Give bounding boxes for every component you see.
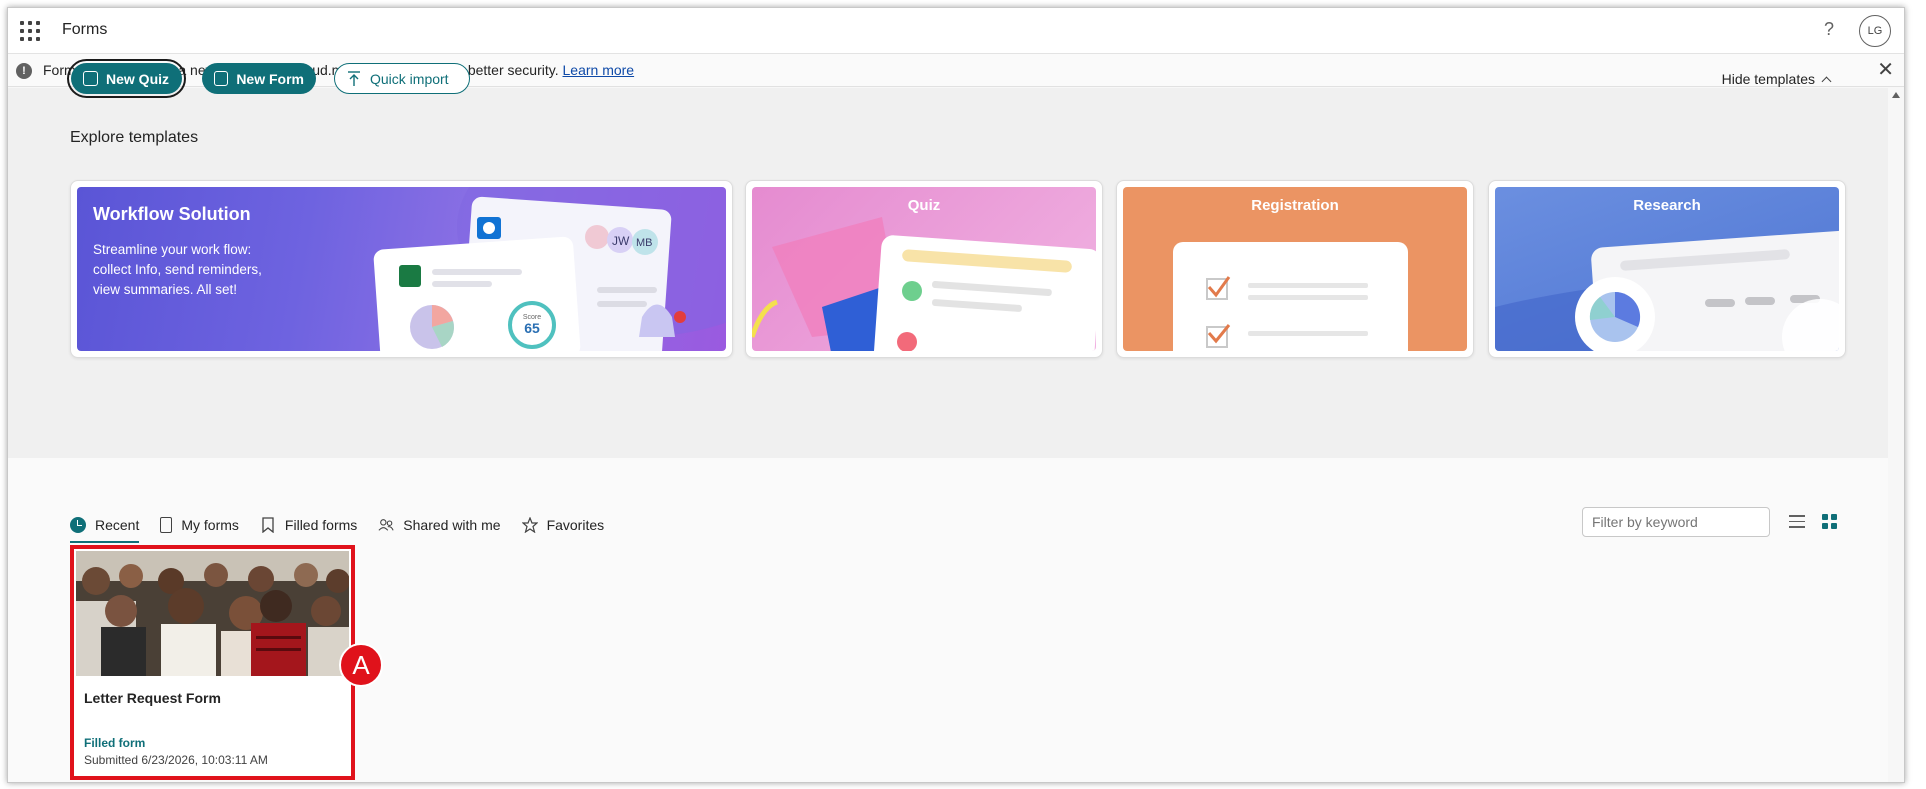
tab-shared-label: Shared with me xyxy=(403,517,501,533)
quick-import-button[interactable]: Quick import xyxy=(334,63,470,94)
research-banner: Research xyxy=(1495,187,1839,351)
form-cover-image xyxy=(76,551,349,676)
avatar-jw-text: JW xyxy=(612,234,630,248)
explore-templates-heading: Explore templates xyxy=(70,129,199,146)
new-quiz-button[interactable]: New Quiz xyxy=(67,59,186,98)
grid-view-icon[interactable] xyxy=(1822,514,1837,529)
form-card-letter-request[interactable]: Letter Request Form Filled form Submitte… xyxy=(70,545,355,780)
help-icon[interactable]: ? xyxy=(1824,19,1834,40)
list-view-icon[interactable] xyxy=(1789,515,1805,528)
star-icon xyxy=(521,517,538,533)
tab-filled-forms[interactable]: Filled forms xyxy=(260,513,357,537)
forms-tabs: Recent My forms Filled forms Shared with… xyxy=(70,513,625,543)
tab-shared-with-me[interactable]: Shared with me xyxy=(378,513,501,537)
app-title: Forms xyxy=(62,21,108,38)
template-card-research[interactable]: Research xyxy=(1488,180,1846,358)
close-banner-icon[interactable]: ✕ xyxy=(1877,57,1894,82)
document-icon xyxy=(160,517,173,533)
score-value-text: 65 xyxy=(524,320,540,336)
learn-more-link[interactable]: Learn more xyxy=(563,62,635,78)
vertical-scrollbar[interactable] xyxy=(1888,88,1904,782)
form-icon xyxy=(214,71,229,86)
scroll-up-icon[interactable] xyxy=(1892,92,1900,98)
avatar-mb-text: MB xyxy=(636,237,653,249)
form-title: Letter Request Form xyxy=(84,690,221,706)
template-card-registration[interactable]: Registration xyxy=(1116,180,1474,358)
template-card-workflow[interactable]: Workflow Solution Streamline your work f… xyxy=(70,180,733,358)
quiz-banner: Quiz xyxy=(752,187,1096,351)
tab-recent-label: Recent xyxy=(95,517,140,533)
annotation-marker: A xyxy=(339,643,383,687)
chevron-up-icon xyxy=(1821,76,1832,87)
template-card-quiz[interactable]: Quiz xyxy=(745,180,1103,358)
people-icon xyxy=(378,519,394,531)
clock-icon xyxy=(70,517,86,533)
tab-favorites[interactable]: Favorites xyxy=(521,513,605,537)
registration-banner: Registration xyxy=(1123,187,1467,351)
tab-recent[interactable]: Recent xyxy=(70,513,140,543)
hide-templates-label: Hide templates xyxy=(1721,71,1815,87)
forms-window: Forms ? LG ! Forms will soon have a new … xyxy=(7,7,1905,783)
form-status: Filled form xyxy=(84,736,146,750)
tab-my-forms-label: My forms xyxy=(181,517,239,533)
top-bar: Forms ? LG xyxy=(8,8,1904,54)
crowd-photo xyxy=(76,551,349,676)
filter-input[interactable] xyxy=(1582,507,1770,537)
quiz-template-title: Quiz xyxy=(907,197,941,214)
quiz-icon xyxy=(83,71,98,86)
bookmark-icon xyxy=(262,517,274,533)
upload-icon xyxy=(348,70,360,86)
tab-filled-forms-label: Filled forms xyxy=(284,517,358,533)
workflow-illustration: JW MB Score 65 xyxy=(373,187,726,351)
new-form-label: New Form xyxy=(236,70,304,87)
new-form-button[interactable]: New Form xyxy=(202,63,316,94)
workflow-banner: Workflow Solution Streamline your work f… xyxy=(77,187,726,351)
info-icon: ! xyxy=(16,63,32,79)
hide-templates-button[interactable]: Hide templates xyxy=(1721,71,1832,87)
tab-my-forms[interactable]: My forms xyxy=(160,513,239,537)
new-quiz-label: New Quiz xyxy=(106,70,170,87)
tab-favorites-label: Favorites xyxy=(546,517,605,533)
registration-template-title: Registration xyxy=(1251,197,1339,214)
app-launcher-icon[interactable] xyxy=(20,21,40,41)
avatar[interactable]: LG xyxy=(1859,15,1891,47)
form-submitted-time: Submitted 6/23/2026, 10:03:11 AM xyxy=(84,753,268,767)
quick-import-label: Quick import xyxy=(370,70,449,87)
research-template-title: Research xyxy=(1633,197,1701,214)
